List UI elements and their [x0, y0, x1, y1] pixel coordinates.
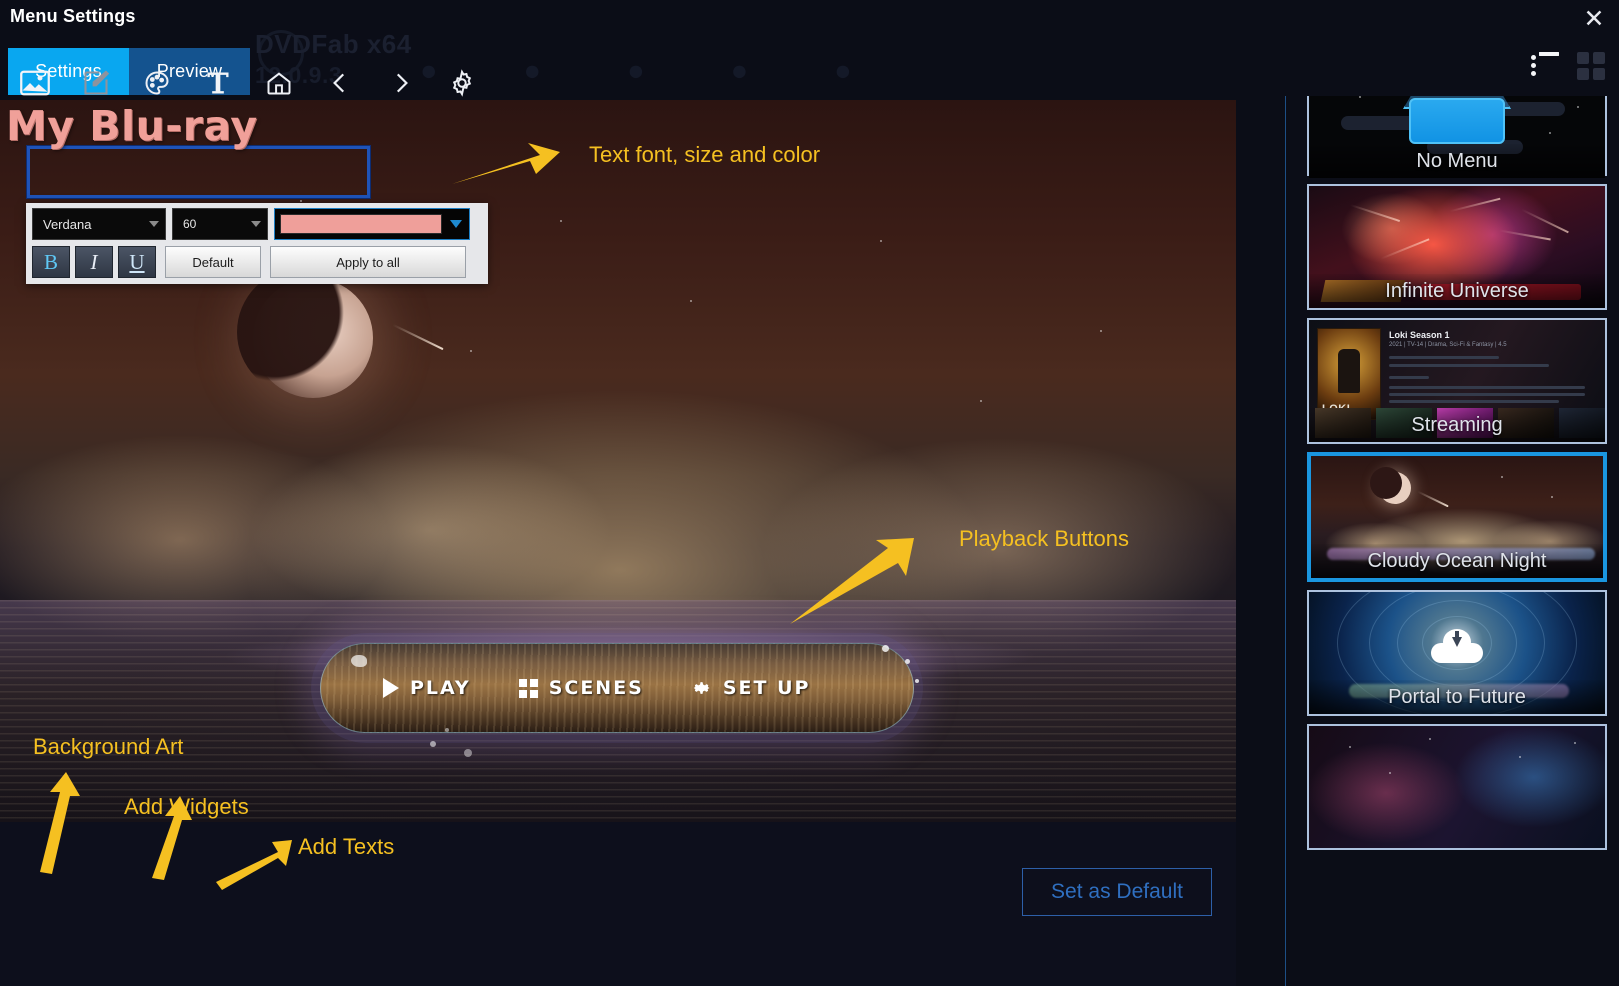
crescent-moon-icon — [1370, 467, 1411, 504]
template-thumb-art: Cloudy Ocean Night — [1311, 456, 1603, 578]
stream-subtitle: 2021 | TV-14 | Drama, Sci-Fi & Fantasy |… — [1389, 342, 1507, 348]
template-thumb-art — [1309, 726, 1605, 848]
template-label: No Menu — [1309, 144, 1605, 178]
text-icon[interactable] — [199, 64, 237, 102]
bold-button[interactable]: B — [32, 246, 70, 278]
template-label: Cloudy Ocean Night — [1311, 544, 1603, 578]
font-family-value: Verdana — [43, 216, 92, 232]
play-label: PLAY — [410, 677, 471, 699]
background-image-icon[interactable] — [16, 64, 54, 102]
grid-view-icon[interactable] — [1577, 52, 1607, 80]
stream-title: Loki Season 1 — [1389, 330, 1450, 340]
underline-button[interactable]: U — [118, 246, 156, 278]
chevron-down-icon — [251, 221, 261, 227]
format-row-top: Verdana 60 — [32, 208, 482, 240]
font-size-value: 60 — [183, 217, 197, 231]
wm-icon-4: ● — [730, 55, 749, 87]
playback-bar-container[interactable]: PLAY SCENES SET UP — [311, 633, 923, 757]
template-label: Infinite Universe — [1309, 274, 1605, 308]
text-color-select[interactable] — [274, 208, 470, 240]
editor-toolbar — [16, 64, 481, 102]
close-icon[interactable]: ✕ — [1577, 4, 1611, 36]
cloud-download-icon — [1431, 628, 1483, 663]
menu-settings-window: DVDFab x64 12.0.9.3 ● ● ● ● ● Menu Setti… — [0, 0, 1619, 986]
wm-icon-2: ● — [523, 55, 542, 87]
chevron-down-icon — [149, 221, 159, 227]
font-family-select[interactable]: Verdana — [32, 208, 166, 240]
gear-icon — [692, 678, 712, 698]
panel-divider — [1285, 96, 1286, 986]
menu-title-text[interactable]: My Blu-ray — [6, 102, 258, 150]
play-button[interactable]: PLAY — [383, 677, 471, 699]
setup-label: SET UP — [722, 677, 811, 699]
wm-icon-3: ● — [627, 55, 645, 87]
menu-preview-canvas[interactable]: My Blu-ray Verdana 60 B I U Default Appl… — [0, 100, 1236, 822]
list-view-icon[interactable] — [1531, 52, 1561, 80]
template-item-no-menu[interactable]: No Menu — [1307, 96, 1607, 178]
template-label: Streaming — [1309, 408, 1605, 442]
watermark-icon-row: ● ● ● ● ● — [420, 55, 852, 88]
play-triangle-icon — [383, 678, 399, 698]
poster-art: LOKI — [1317, 328, 1381, 420]
text-format-panel: Verdana 60 B I U Default Apply to all — [26, 203, 488, 284]
window-title: Menu Settings — [10, 6, 136, 26]
set-as-default-button[interactable]: Set as Default — [1022, 868, 1212, 916]
gear-icon[interactable] — [443, 64, 481, 102]
chevron-right-icon[interactable] — [382, 64, 420, 102]
template-item-infinite-universe[interactable]: Infinite Universe — [1307, 184, 1607, 310]
moon-graphic — [237, 268, 373, 398]
default-button[interactable]: Default — [165, 246, 261, 278]
template-thumb-art: LOKI Loki Season 1 2021 | TV-14 | Drama,… — [1309, 320, 1605, 442]
menu-title-textbox[interactable] — [26, 145, 371, 199]
italic-button[interactable]: I — [75, 246, 113, 278]
setup-button[interactable]: SET UP — [692, 677, 811, 699]
wm-icon-5: ● — [834, 55, 852, 87]
font-size-select[interactable]: 60 — [172, 208, 268, 240]
template-item-cloudy-ocean-night[interactable]: Cloudy Ocean Night — [1307, 452, 1607, 582]
template-item-portal-to-future[interactable]: Portal to Future — [1307, 590, 1607, 716]
template-label: Portal to Future — [1309, 680, 1605, 714]
template-item-partial[interactable] — [1307, 724, 1607, 850]
template-item-streaming[interactable]: LOKI Loki Season 1 2021 | TV-14 | Drama,… — [1307, 318, 1607, 444]
scenes-label: SCENES — [548, 677, 644, 699]
palette-icon[interactable] — [138, 64, 176, 102]
playback-buttons: PLAY SCENES SET UP — [311, 633, 923, 743]
meteor-graphic — [392, 323, 444, 351]
scenes-button[interactable]: SCENES — [518, 677, 644, 699]
view-toggle-group — [1531, 52, 1607, 80]
format-row-bottom: B I U Default Apply to all — [32, 246, 482, 278]
template-thumb-art: Portal to Future — [1309, 592, 1605, 714]
chevron-down-icon — [450, 220, 462, 228]
color-swatch — [280, 214, 442, 234]
chevron-left-icon[interactable] — [321, 64, 359, 102]
template-list[interactable]: No Menu Infinite Universe LOKI L — [1295, 96, 1619, 986]
apply-to-all-button[interactable]: Apply to all — [270, 246, 466, 278]
template-thumb-art: Infinite Universe — [1309, 186, 1605, 308]
template-thumb-art: No Menu — [1309, 96, 1605, 178]
edit-pencil-icon[interactable] — [77, 64, 115, 102]
home-icon[interactable] — [260, 64, 298, 102]
grid-squares-icon — [518, 678, 538, 698]
